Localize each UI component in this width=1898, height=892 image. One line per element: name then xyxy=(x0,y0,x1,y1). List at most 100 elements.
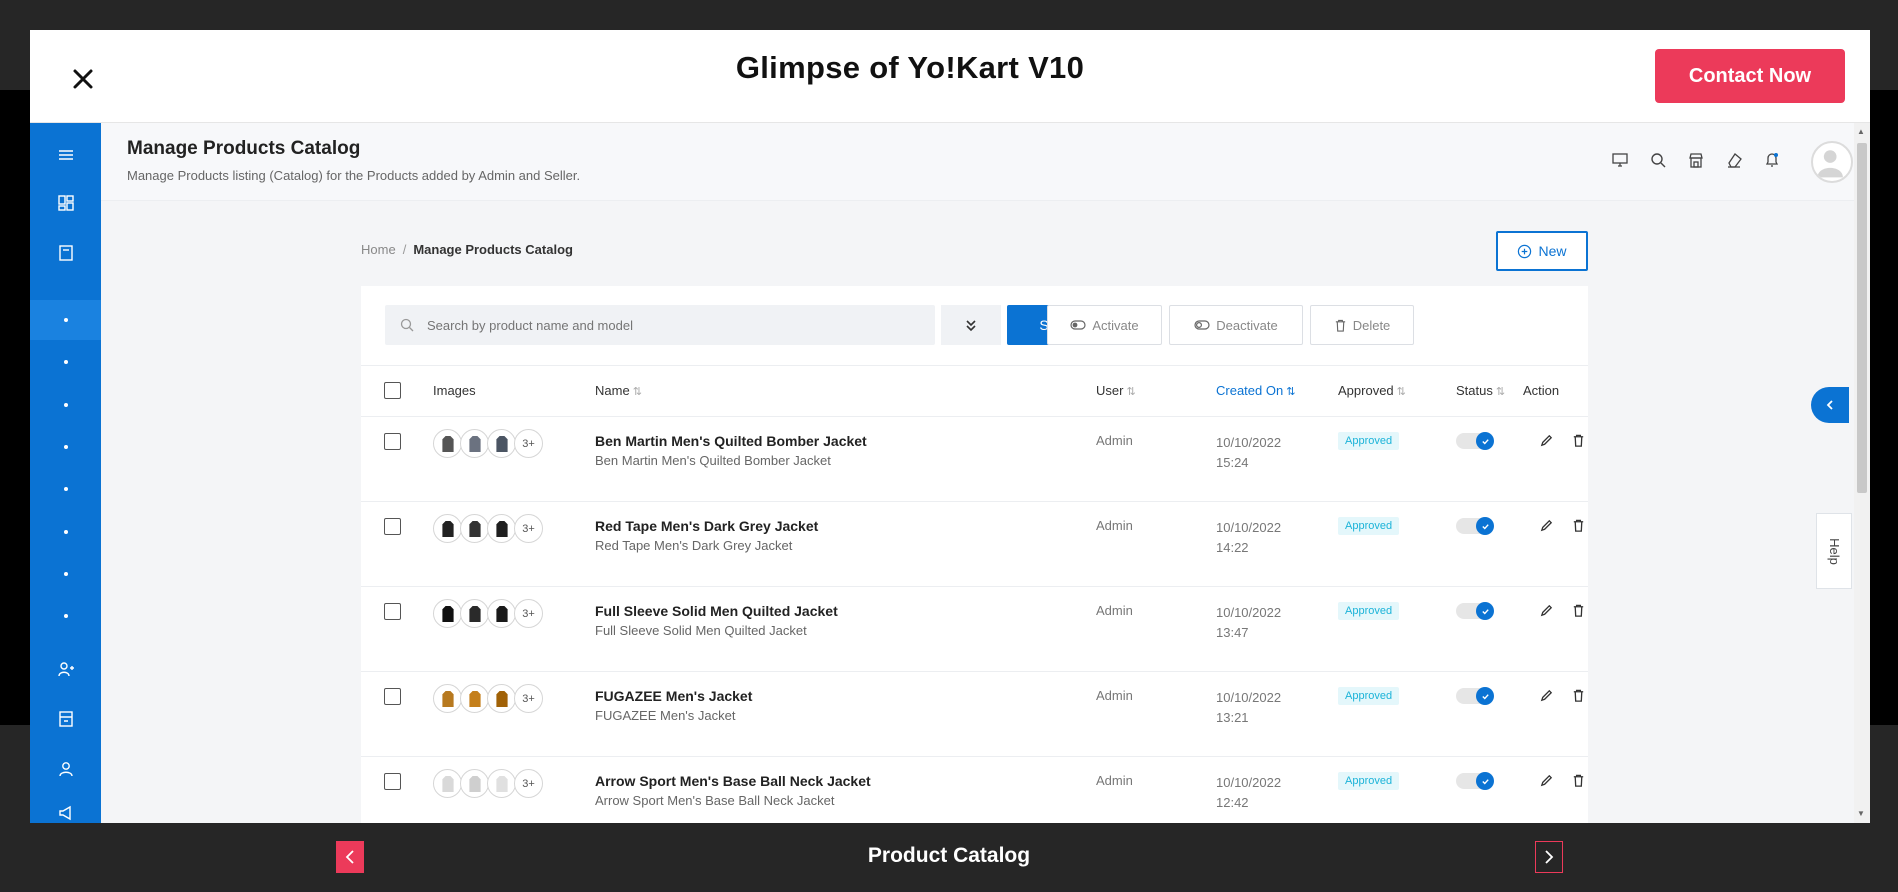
breadcrumb-home[interactable]: Home xyxy=(361,242,396,257)
more-images-badge[interactable]: 3+ xyxy=(514,599,543,628)
advanced-filter-button[interactable] xyxy=(941,305,1001,345)
sidebar-subitem[interactable] xyxy=(30,469,101,509)
sidebar-item-profile[interactable] xyxy=(30,749,101,789)
more-images-badge[interactable]: 3+ xyxy=(514,514,543,543)
contact-now-button[interactable]: Contact Now xyxy=(1655,49,1845,103)
status-toggle[interactable] xyxy=(1456,687,1494,705)
status-toggle[interactable] xyxy=(1456,602,1494,620)
more-images-badge[interactable]: 3+ xyxy=(514,684,543,713)
product-thumbnail[interactable] xyxy=(433,599,462,628)
sidebar-subitem[interactable] xyxy=(30,554,101,594)
product-thumbnail[interactable] xyxy=(487,429,516,458)
sidebar-subitem-products[interactable] xyxy=(30,300,101,340)
check-icon xyxy=(1481,438,1489,445)
toggle-on-icon xyxy=(1070,320,1086,330)
row-checkbox[interactable] xyxy=(384,433,401,450)
sidebar-item-promotions[interactable] xyxy=(30,793,101,823)
clear-cache-button[interactable] xyxy=(1725,151,1745,171)
product-thumbnail[interactable] xyxy=(460,429,489,458)
user-avatar[interactable] xyxy=(1811,141,1853,183)
jacket-image xyxy=(441,775,454,792)
scroll-up-arrow[interactable]: ▲ xyxy=(1857,127,1865,136)
product-images: 3+ xyxy=(433,684,543,713)
select-all-checkbox[interactable] xyxy=(384,382,401,399)
row-checkbox[interactable] xyxy=(384,603,401,620)
product-images: 3+ xyxy=(433,514,543,543)
sidebar-subitem[interactable] xyxy=(30,427,101,467)
sidebar-item-users[interactable] xyxy=(30,649,101,689)
product-name[interactable]: FUGAZEE Men's Jacket xyxy=(595,688,752,704)
product-thumbnail[interactable] xyxy=(487,514,516,543)
product-thumbnail[interactable] xyxy=(487,684,516,713)
column-status[interactable]: Status ⇅ xyxy=(1456,383,1505,398)
row-checkbox[interactable] xyxy=(384,688,401,705)
product-name[interactable]: Ben Martin Men's Quilted Bomber Jacket xyxy=(595,433,867,449)
row-checkbox[interactable] xyxy=(384,773,401,790)
edit-button[interactable] xyxy=(1539,518,1555,534)
edit-button[interactable] xyxy=(1539,603,1555,619)
store-button[interactable] xyxy=(1687,151,1707,171)
help-tab[interactable]: Help xyxy=(1816,513,1852,589)
status-toggle[interactable] xyxy=(1456,772,1494,790)
product-name[interactable]: Arrow Sport Men's Base Ball Neck Jacket xyxy=(595,773,871,789)
product-name[interactable]: Red Tape Men's Dark Grey Jacket xyxy=(595,518,818,534)
status-toggle[interactable] xyxy=(1456,432,1494,450)
scroll-down-arrow[interactable]: ▼ xyxy=(1857,809,1865,818)
activate-button[interactable]: Activate xyxy=(1047,305,1162,345)
column-name[interactable]: Name ⇅ xyxy=(595,383,642,398)
bell-icon xyxy=(1765,153,1779,167)
notifications-button[interactable] xyxy=(1763,151,1783,171)
column-approved[interactable]: Approved ⇅ xyxy=(1338,383,1406,398)
product-name[interactable]: Full Sleeve Solid Men Quilted Jacket xyxy=(595,603,838,619)
next-slide-button[interactable] xyxy=(1535,841,1563,873)
menu-toggle-button[interactable] xyxy=(30,135,101,175)
edit-button[interactable] xyxy=(1539,773,1555,789)
delete-selected-button[interactable]: Delete xyxy=(1310,305,1414,345)
edit-button[interactable] xyxy=(1539,688,1555,704)
column-user[interactable]: User ⇅ xyxy=(1096,383,1136,398)
table-row: 3+ Ben Martin Men's Quilted Bomber Jacket… xyxy=(361,417,1588,502)
panel-collapse-button[interactable] xyxy=(1811,387,1849,423)
product-thumbnail[interactable] xyxy=(487,769,516,798)
more-images-badge[interactable]: 3+ xyxy=(514,429,543,458)
product-thumbnail[interactable] xyxy=(460,514,489,543)
product-thumbnail[interactable] xyxy=(460,769,489,798)
sidebar-subitem[interactable] xyxy=(30,512,101,552)
product-thumbnail[interactable] xyxy=(433,514,462,543)
trash-icon xyxy=(1573,689,1584,702)
sidebar-subitem[interactable] xyxy=(30,342,101,382)
product-thumbnail[interactable] xyxy=(433,684,462,713)
sidebar-subitem[interactable] xyxy=(30,385,101,425)
sidebar-item-dashboard[interactable] xyxy=(30,183,101,223)
product-thumbnail[interactable] xyxy=(460,684,489,713)
sidebar-subitem[interactable] xyxy=(30,596,101,636)
sidebar-item-stores[interactable] xyxy=(30,699,101,739)
created-date: 10/10/2022 xyxy=(1216,520,1282,535)
product-thumbnail[interactable] xyxy=(433,429,462,458)
status-toggle[interactable] xyxy=(1456,517,1494,535)
edit-button[interactable] xyxy=(1539,433,1555,449)
column-created-on[interactable]: Created On ⇅ xyxy=(1216,383,1295,398)
row-checkbox[interactable] xyxy=(384,518,401,535)
topbar-search-button[interactable] xyxy=(1649,151,1669,171)
preview-button[interactable] xyxy=(1611,151,1631,171)
delete-button[interactable] xyxy=(1571,603,1587,619)
product-thumbnail[interactable] xyxy=(487,599,516,628)
search-field[interactable] xyxy=(385,305,935,345)
delete-button[interactable] xyxy=(1571,518,1587,534)
sort-icon: ⇅ xyxy=(1495,386,1506,398)
delete-button[interactable] xyxy=(1571,773,1587,789)
product-thumbnail[interactable] xyxy=(433,769,462,798)
delete-button[interactable] xyxy=(1571,433,1587,449)
scrollbar-thumb[interactable] xyxy=(1857,143,1867,493)
deactivate-button[interactable]: Deactivate xyxy=(1169,305,1303,345)
new-product-button[interactable]: New xyxy=(1496,231,1588,271)
created-time: 12:42 xyxy=(1216,795,1249,810)
product-user: Admin xyxy=(1096,433,1133,448)
product-thumbnail[interactable] xyxy=(460,599,489,628)
delete-button[interactable] xyxy=(1571,688,1587,704)
search-input[interactable] xyxy=(425,316,925,334)
more-images-badge[interactable]: 3+ xyxy=(514,769,543,798)
sidebar-item-catalog[interactable] xyxy=(30,233,101,273)
scrollbar[interactable]: ▲ ▼ xyxy=(1854,123,1870,823)
